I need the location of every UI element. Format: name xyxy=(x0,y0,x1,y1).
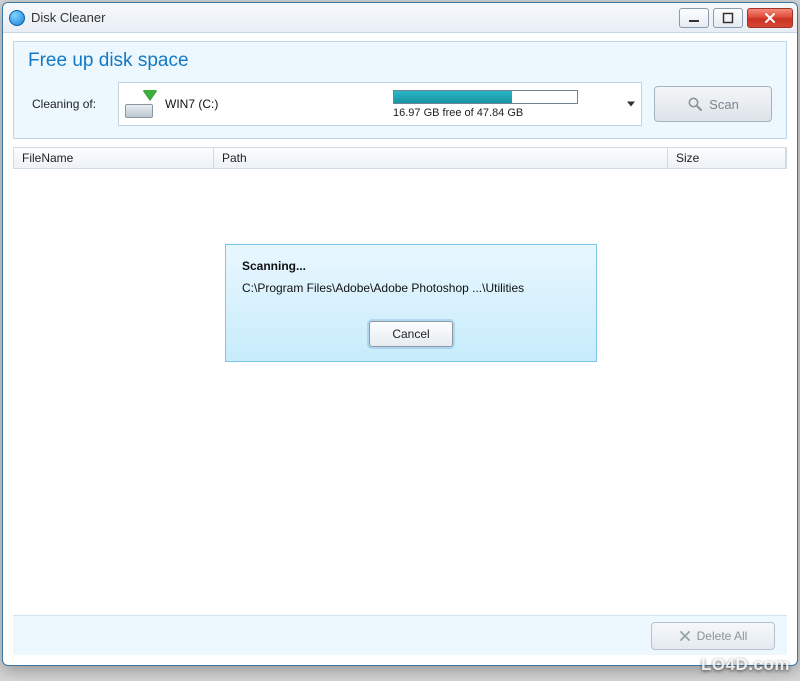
column-filename[interactable]: FileName xyxy=(14,148,214,168)
usage-fill xyxy=(394,91,512,103)
minimize-icon xyxy=(688,12,700,24)
maximize-icon xyxy=(722,12,734,24)
scanning-path: C:\Program Files\Adobe\Adobe Photoshop .… xyxy=(242,281,580,295)
table-header: FileName Path Size xyxy=(13,147,787,169)
usage-bar xyxy=(393,90,578,104)
scan-button-label: Scan xyxy=(709,97,739,112)
close-button[interactable] xyxy=(747,8,793,28)
scanning-title: Scanning... xyxy=(242,259,580,273)
delete-all-label: Delete All xyxy=(697,629,748,643)
scan-button[interactable]: Scan xyxy=(654,86,772,122)
column-size[interactable]: Size xyxy=(668,148,786,168)
scanning-dialog: Scanning... C:\Program Files\Adobe\Adobe… xyxy=(225,244,597,362)
delete-all-button[interactable]: Delete All xyxy=(651,622,775,650)
footer-bar: Delete All xyxy=(13,615,787,655)
cancel-button-label: Cancel xyxy=(392,327,429,341)
search-icon xyxy=(687,96,703,112)
drive-row: Cleaning of: WIN7 (C:) 16.97 GB free of … xyxy=(28,82,772,126)
app-window: Disk Cleaner Free up disk space Cleaning… xyxy=(2,2,798,666)
drive-usage: 16.97 GB free of 47.84 GB xyxy=(393,90,633,119)
window-title: Disk Cleaner xyxy=(31,10,105,25)
usage-text: 16.97 GB free of 47.84 GB xyxy=(393,107,523,119)
minimize-button[interactable] xyxy=(679,8,709,28)
drive-name: WIN7 (C:) xyxy=(165,97,325,111)
cancel-button[interactable]: Cancel xyxy=(369,321,453,347)
titlebar[interactable]: Disk Cleaner xyxy=(3,3,797,33)
header-panel: Free up disk space Cleaning of: WIN7 (C:… xyxy=(13,41,787,139)
x-icon xyxy=(679,630,691,642)
close-icon xyxy=(764,12,776,24)
drive-icon xyxy=(125,90,157,118)
watermark: LO4D.com xyxy=(701,655,790,675)
table-body: Scanning... C:\Program Files\Adobe\Adobe… xyxy=(13,169,787,615)
chevron-down-icon xyxy=(627,102,635,107)
content-area: Free up disk space Cleaning of: WIN7 (C:… xyxy=(3,33,797,665)
drive-dropdown[interactable]: WIN7 (C:) 16.97 GB free of 47.84 GB xyxy=(118,82,642,126)
page-title: Free up disk space xyxy=(28,50,772,72)
cleaning-label: Cleaning of: xyxy=(28,97,106,111)
maximize-button[interactable] xyxy=(713,8,743,28)
app-icon xyxy=(9,10,25,26)
column-path[interactable]: Path xyxy=(214,148,668,168)
results-table: FileName Path Size Scanning... C:\Progra… xyxy=(13,147,787,615)
